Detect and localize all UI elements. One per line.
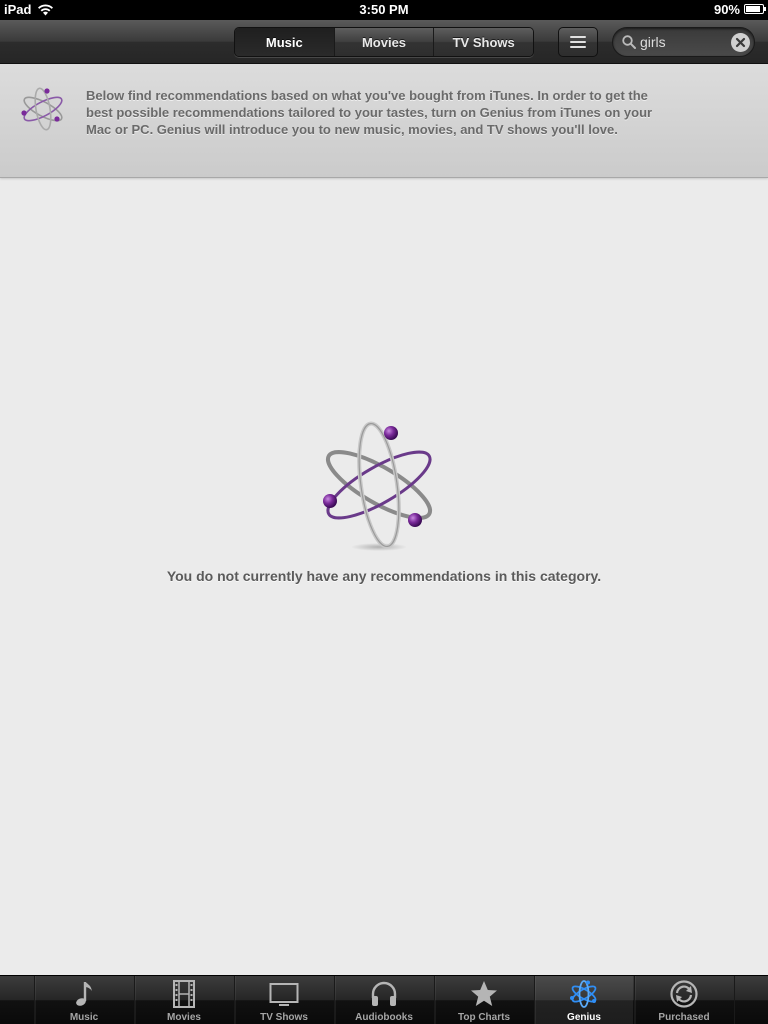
tab-label: Top Charts [457,1012,511,1023]
tab-music[interactable]: Music [34,976,133,1024]
segment-music[interactable]: Music [235,28,334,56]
banner-text: Below find recommendations based on what… [86,88,653,137]
headphones-icon [371,981,397,1006]
tab-purchased[interactable]: Purchased [634,976,733,1024]
clear-search-button[interactable] [731,33,750,52]
list-icon [570,36,586,48]
search-field[interactable] [612,27,755,57]
tab-label: Movies [167,1012,201,1023]
segment-movies[interactable]: Movies [333,28,434,56]
tab-bar: Music Movies TV Shows Audiobooks Top Cha… [0,975,768,1024]
tab-label: TV Shows [260,1012,308,1023]
list-menu-button[interactable] [558,27,598,57]
purchased-icon [670,980,698,1008]
battery-icon [744,4,766,14]
film-icon [173,980,195,1008]
battery-percent: 90% [713,2,740,17]
nav-bar: Music Movies TV Shows [0,20,768,64]
tab-label: Genius [567,1012,601,1023]
segment-tv-shows[interactable]: TV Shows [433,28,533,56]
status-time: 3:50 PM [359,2,409,17]
tv-icon [269,983,299,1006]
star-icon [471,981,497,1006]
genius-atom-illustration [323,421,433,551]
music-note-icon [76,982,92,1006]
tab-audiobooks[interactable]: Audiobooks [334,976,433,1024]
tab-genius[interactable]: Genius [534,976,633,1024]
tab-movies[interactable]: Movies [134,976,233,1024]
empty-state-message: You do not currently have any recommenda… [166,568,602,584]
close-icon [735,37,746,48]
genius-atom-icon [570,980,597,1008]
tab-tv-shows[interactable]: TV Shows [234,976,333,1024]
search-icon [622,35,636,49]
status-bar: iPad 3:50 PM 90% [0,0,768,20]
tab-label: Purchased [658,1012,710,1023]
tab-top-charts[interactable]: Top Charts [434,976,533,1024]
genius-info-banner: Below find recommendations based on what… [0,64,768,178]
search-input[interactable] [640,32,728,52]
tab-label: Music [69,1012,99,1023]
genius-atom-icon [21,87,63,131]
media-type-segmented-control: Music Movies TV Shows [234,27,534,57]
tab-label: Audiobooks [355,1012,413,1023]
